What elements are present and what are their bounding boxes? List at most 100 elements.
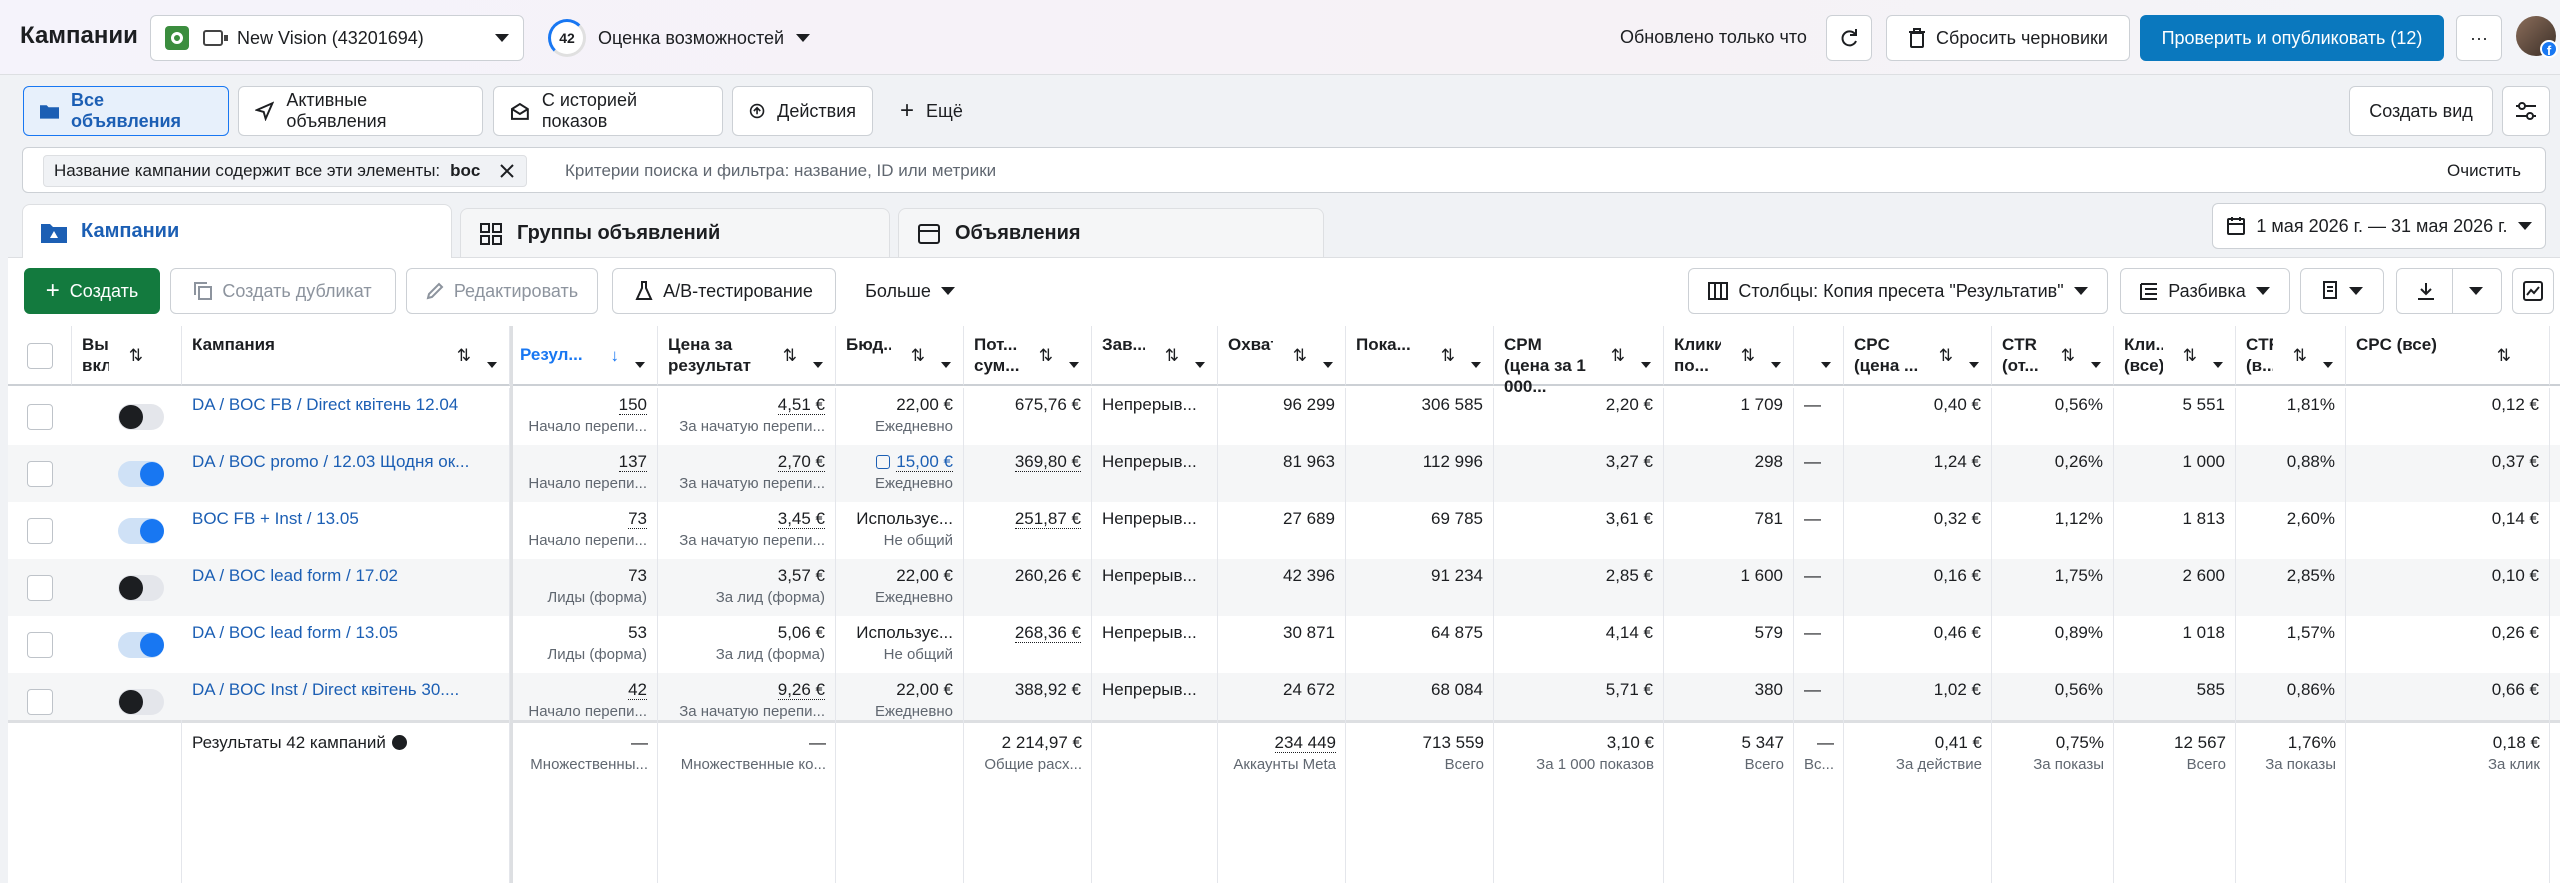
campaign-toggle[interactable] [118,461,164,487]
column-menu-icon[interactable] [2091,352,2101,373]
sort-icon[interactable]: ⇅ [1293,345,1307,366]
column-menu-icon[interactable] [635,352,645,373]
column-header-ctr_all[interactable]: CTR (в... ⇅ [2236,326,2346,386]
sort-icon[interactable]: ⇅ [2061,345,2075,366]
column-header-clicks[interactable]: Клики по... ⇅ [1664,326,1794,386]
reset-drafts-button[interactable]: Сбросить черновики [1886,15,2130,61]
more-actions-button[interactable]: Больше [848,268,972,314]
tab-campaigns[interactable]: Кампании [22,204,452,258]
columns-button[interactable]: Столбцы: Копия пресета "Результатив" [1688,268,2108,314]
date-range-picker[interactable]: 1 мая 2026 г. — 31 мая 2026 г. [2212,203,2546,249]
breakdown-button[interactable]: Разбивка [2120,268,2290,314]
sort-icon[interactable]: ⇅ [2497,345,2511,366]
column-menu-icon[interactable] [1195,352,1205,373]
campaign-toggle[interactable] [118,404,164,430]
column-header-dash[interactable] [1794,326,1844,386]
row-checkbox[interactable] [27,404,53,430]
refresh-button[interactable] [1826,15,1872,61]
column-menu-icon[interactable] [1323,352,1333,373]
column-header-impr[interactable]: Пока... ⇅ [1346,326,1494,386]
row-checkbox[interactable] [27,575,53,601]
tab-active-ads[interactable]: Активные объявления [238,86,483,136]
column-header-clicks_all[interactable]: Кли... (все) ⇅ [2114,326,2236,386]
column-menu-icon[interactable] [1821,352,1831,373]
column-menu-icon[interactable] [2323,352,2333,373]
column-header-spent[interactable]: Пот... сум... ⇅ [964,326,1092,386]
sort-icon[interactable]: ⇅ [2183,345,2197,366]
column-header-last[interactable]: Ц ц [2550,326,2560,386]
row-checkbox[interactable] [27,632,53,658]
row-checkbox[interactable] [27,689,53,715]
column-menu-icon[interactable] [1471,352,1481,373]
tab-ad-sets[interactable]: Группы объявлений [460,208,890,258]
tab-with-history[interactable]: С историей показов [493,86,723,136]
review-publish-button[interactable]: Проверить и опубликовать (12) [2140,15,2444,61]
column-menu-icon[interactable] [941,352,951,373]
search-input[interactable]: Критерии поиска и фильтра: название, ID … [565,161,996,181]
tab-ads[interactable]: Объявления [898,208,1324,258]
search-filter-bar[interactable]: Название кампании содержит все эти элеме… [22,147,2546,193]
tab-all-ads[interactable]: Все объявления [23,86,229,136]
filter-chip[interactable]: Название кампании содержит все эти элеме… [43,155,528,187]
opportunity-score[interactable]: 42 Оценка возможностей [548,19,811,57]
column-menu-icon[interactable] [1069,352,1079,373]
cell-name[interactable]: DA / BOC lead form / 13.05 [182,616,510,673]
column-header-reach[interactable]: Охват ⇅ [1218,326,1346,386]
cell-name[interactable]: DA / BOC lead form / 17.02 [182,559,510,616]
sort-icon[interactable]: ⇅ [1939,345,1953,366]
account-selector[interactable]: New Vision (43201694) [150,15,524,61]
row-checkbox[interactable] [27,518,53,544]
close-icon[interactable] [498,162,516,180]
create-view-button[interactable]: Создать вид [2349,86,2493,136]
campaign-toggle[interactable] [118,575,164,601]
clear-filters-button[interactable]: Очистить [2447,161,2521,181]
info-icon[interactable] [391,735,407,750]
sort-icon[interactable]: ⇅ [457,345,471,366]
sort-icon[interactable]: ⇅ [1039,345,1053,366]
sort-icon[interactable]: ⇅ [1611,345,1625,366]
create-button[interactable]: + Создать [24,268,160,314]
campaign-toggle[interactable] [118,632,164,658]
column-menu-icon[interactable] [1969,352,1979,373]
cell-name[interactable]: DA / BOC promo / 12.03 Щодня ок... [182,445,510,502]
column-header-cost[interactable]: Цена за результат ⇅ [658,326,836,386]
more-options-button[interactable]: ··· [2456,15,2502,61]
sort-icon[interactable]: ⇅ [1165,345,1179,366]
campaign-toggle[interactable] [118,689,164,715]
charts-button[interactable] [2512,268,2554,314]
sort-icon[interactable]: ⇅ [1741,345,1755,366]
column-menu-icon[interactable] [1771,352,1781,373]
column-menu-icon[interactable] [2213,352,2223,373]
export-button[interactable] [2396,268,2502,314]
column-menu-icon[interactable] [813,352,823,373]
column-header-cpc[interactable]: CPC (цена ... ⇅ [1844,326,1992,386]
cell-name[interactable]: DA / BOC FB / Direct квітень 12.04 [182,388,510,445]
column-header-name[interactable]: Кампания ⇅ [182,326,510,386]
campaign-toggle[interactable] [118,518,164,544]
cell-name[interactable]: BOC FB + Inst / 13.05 [182,502,510,559]
column-header-cpc_all[interactable]: CPC (все) ⇅ [2346,326,2550,386]
sort-icon[interactable]: ⇅ [783,345,797,366]
column-header-budget[interactable]: Бюд... ⇅ [836,326,964,386]
ab-test-button[interactable]: A/B-тестирование [612,268,836,314]
tab-actions[interactable]: Действия [732,86,873,136]
column-header-res[interactable]: Резул... ↓ [510,326,658,386]
edit-button[interactable]: Редактировать [406,268,598,314]
sort-icon[interactable]: ⇅ [1441,345,1455,366]
column-header-toggle[interactable]: Вы... вкл. ⇅ [72,326,182,386]
sort-icon[interactable]: ⇅ [911,345,925,366]
sort-icon[interactable]: ⇅ [2293,345,2307,366]
column-header-cpm[interactable]: CPM (цена за 1 000... ⇅ [1494,326,1664,396]
column-header-end[interactable]: Зав... ⇅ [1092,326,1218,386]
tab-more[interactable]: + Ещё [883,86,993,136]
column-menu-icon[interactable] [487,352,497,373]
reports-button[interactable] [2300,268,2384,314]
duplicate-button[interactable]: Создать дубликат [170,268,396,314]
column-menu-icon[interactable] [1641,352,1651,373]
sort-icon[interactable]: ⇅ [129,345,143,366]
sort-desc-icon[interactable]: ↓ [611,345,620,366]
row-checkbox[interactable] [27,461,53,487]
view-settings-button[interactable] [2502,86,2550,136]
select-all-checkbox[interactable] [27,343,53,369]
column-header-ctr[interactable]: CTR (от... ⇅ [1992,326,2114,386]
